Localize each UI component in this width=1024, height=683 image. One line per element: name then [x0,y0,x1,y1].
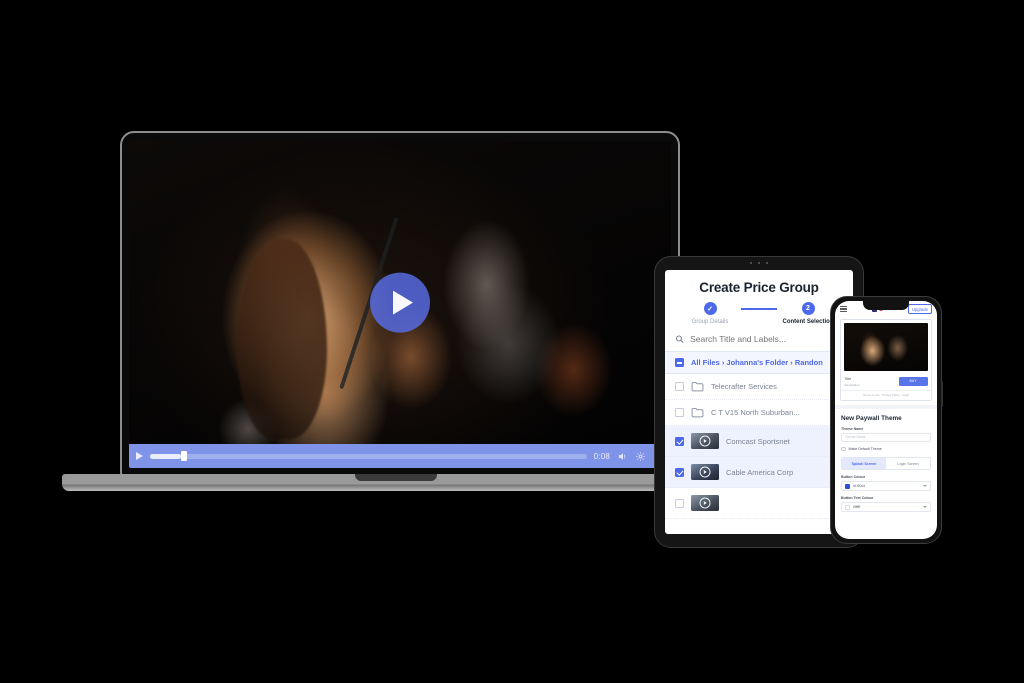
chevron-down-icon[interactable] [923,485,927,487]
volume-icon[interactable] [617,451,628,462]
colour-swatch [845,504,850,510]
video-thumbnail [691,464,719,480]
row-checkbox[interactable] [675,467,684,477]
colour-swatch [845,483,850,489]
step-2-marker: 2 [801,302,815,315]
preview-video-artwork [844,323,928,371]
row-name: Comcast Sportsnet [726,436,790,446]
video-thumbnail [691,495,719,511]
play-icon[interactable] [136,452,143,460]
row-checkbox[interactable] [675,498,684,508]
preview-footer-links[interactable]: Terms of Use · Privacy Policy · Legal [841,389,931,400]
table-row[interactable]: Telecrafter Services [665,374,853,400]
button-colour-value: #1f50cd [853,484,866,488]
laptop-screen: 0:08 [129,141,671,468]
preview-title: Title [844,376,852,381]
folder-icon [691,407,704,418]
page-title: Create Price Group [699,280,819,295]
phone-device: Upgrade Title Description BUY Terms of U… [830,296,943,544]
table-row-partial[interactable] [665,488,853,519]
table-row[interactable]: Cable America Corp [665,457,853,488]
video-control-bar: 0:08 [129,444,671,468]
tab-login-screen[interactable]: Login Screen [886,458,930,469]
time-elapsed: 0:08 [593,451,610,461]
device-mockup-scene: 0:08 Create Price Group ✓ Group Details … [0,0,1024,683]
step-1-marker: ✓ [703,302,717,315]
breadcrumb-row[interactable]: All Files › Johanna's Folder › Randon [665,351,853,374]
select-all-checkbox[interactable] [675,358,684,367]
paywall-preview-card: Title Description BUY Terms of Use · Pri… [840,319,932,401]
search-icon [676,335,684,343]
buy-button[interactable]: BUY [898,376,928,386]
search-input[interactable] [690,334,843,344]
step-2-label: Content Selection [782,319,834,325]
make-default-theme-label: Make Default Theme [848,446,882,451]
row-name: Telecrafter Services [711,382,777,391]
progress-fill [150,453,181,459]
paywall-theme-form: New Paywall Theme Theme Name Theme Name … [835,404,937,512]
button-text-colour-value: #ffffff [853,505,861,509]
preview-description: Description [844,382,860,387]
upgrade-button[interactable]: Upgrade [907,304,932,314]
play-circle-icon[interactable] [370,272,430,333]
form-heading: New Paywall Theme [841,414,902,422]
chevron-down-icon[interactable] [923,506,927,508]
phone-screen: Upgrade Title Description BUY Terms of U… [835,301,937,539]
checkbox-box [841,446,846,451]
button-colour-label: Button Colour [841,475,866,479]
video-artwork-subject [237,239,328,440]
theme-name-label: Theme Name [841,426,864,431]
hamburger-menu-icon[interactable] [840,306,847,312]
button-text-colour-select[interactable]: #ffffff [841,502,931,512]
phone-power-button[interactable] [940,381,943,407]
folder-icon [691,381,704,392]
settings-gear-icon[interactable] [635,451,646,462]
phone-bezel: Upgrade Title Description BUY Terms of U… [830,296,943,544]
row-checkbox[interactable] [675,408,684,417]
table-row[interactable]: Comcast Sportsnet [665,426,853,457]
breadcrumb[interactable]: All Files › Johanna's Folder › Randon [691,358,823,367]
screen-tabs: Splash Screen Login Screen [841,457,931,470]
row-checkbox[interactable] [675,382,684,391]
progress-scrubber[interactable] [150,451,587,461]
tablet-sensors [750,262,768,264]
step-1-label: Group Details [691,319,729,325]
table-row[interactable]: C T V15 North Suburban... [665,400,853,426]
button-text-colour-label: Button Text Colour [841,496,874,500]
laptop-lid: 0:08 [120,131,680,476]
make-default-theme-checkbox[interactable]: Make Default Theme [841,446,931,451]
tablet-screen: Create Price Group ✓ Group Details 2 Con… [665,270,853,534]
laptop-base-notch [355,474,437,481]
stepper-connector [741,307,777,310]
play-triangle-icon [392,290,413,315]
row-name: C T V15 North Suburban... [711,408,800,417]
tab-splash-screen[interactable]: Splash Screen [842,458,886,469]
wizard-stepper: ✓ Group Details 2 Content Selection [665,295,853,325]
search-bar[interactable] [665,325,853,351]
laptop-device: 0:08 [120,131,680,476]
row-checkbox[interactable] [675,436,684,446]
step-group-details[interactable]: ✓ Group Details [679,302,741,325]
theme-name-input[interactable]: Theme Name [841,432,931,442]
row-name: Cable America Corp [726,467,794,477]
video-thumbnail [691,433,719,449]
button-colour-select[interactable]: #1f50cd [841,481,931,491]
progress-knob[interactable] [180,451,187,461]
phone-notch [863,301,909,310]
preview-meta: Title Description BUY [841,374,931,390]
